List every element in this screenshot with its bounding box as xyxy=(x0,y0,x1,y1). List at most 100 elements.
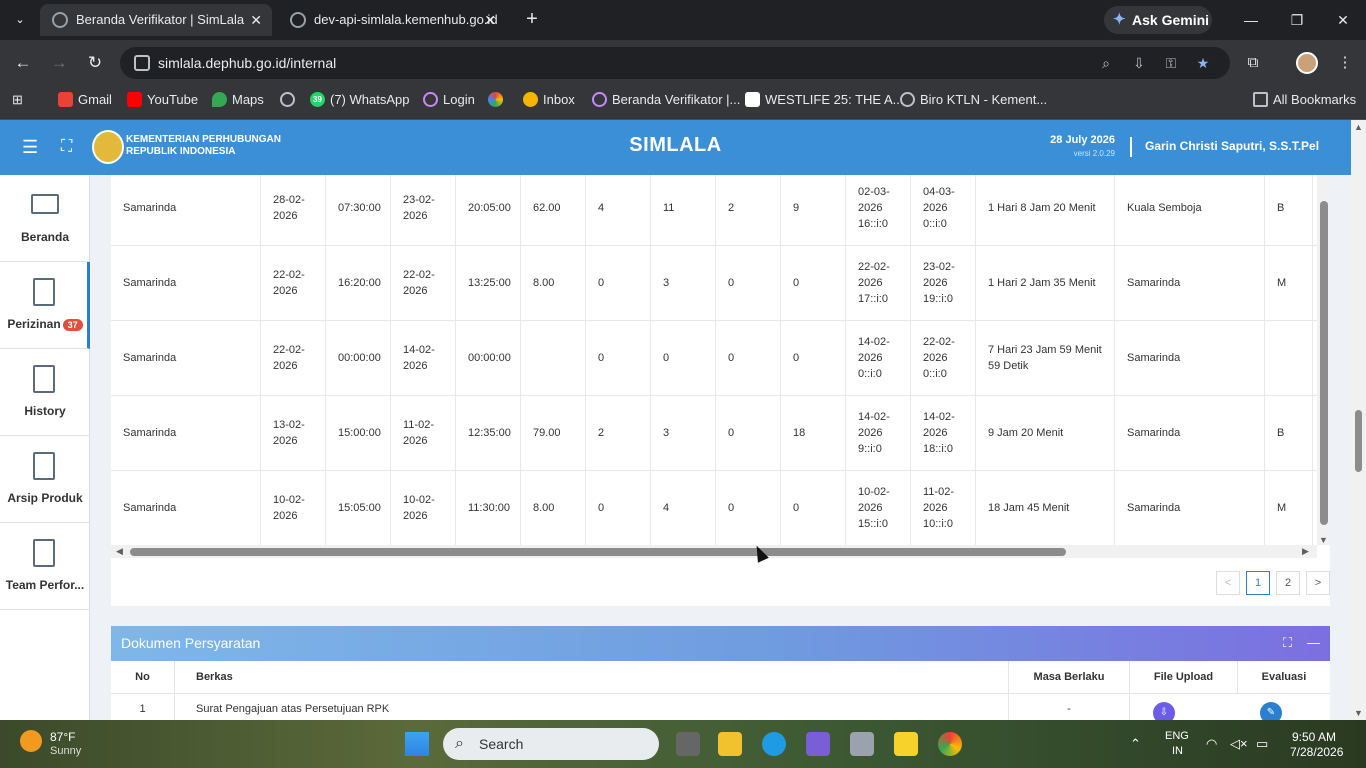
reload-button[interactable]: ↻ xyxy=(84,52,106,74)
volume-muted-icon[interactable]: ◁× xyxy=(1230,736,1248,752)
bookmark-star-icon[interactable]: ★ xyxy=(1192,52,1214,74)
bookmark-login[interactable]: Login xyxy=(423,86,475,114)
edge-browser-icon[interactable] xyxy=(762,732,786,756)
bookmark-maps[interactable]: Maps xyxy=(212,86,264,114)
sidebar-item-perizinan[interactable]: Perizinan 37 xyxy=(0,262,90,349)
profile-avatar[interactable] xyxy=(1296,52,1318,74)
tab-title: Beranda Verifikator | SimLala xyxy=(76,12,245,27)
bookmark-whatsapp[interactable]: 39 (7) WhatsApp xyxy=(310,86,409,114)
table-row: Samarinda 22-02- 2026 16:20:00 22-02- 2026 1… xyxy=(111,246,1317,321)
close-tab-icon[interactable]: ✕ xyxy=(484,4,496,36)
card-title: Dokumen Persyaratan xyxy=(121,635,261,651)
scroll-down-arrow[interactable]: ▼ xyxy=(1319,535,1328,545)
cell-status: M xyxy=(1265,246,1313,320)
task-view-icon[interactable] xyxy=(676,732,700,756)
scrollbar-thumb[interactable] xyxy=(130,548,1066,556)
bookmark-label: YouTube xyxy=(147,92,199,107)
sidebar-item-history[interactable]: History xyxy=(0,349,90,436)
berkas-name: Surat Pengajuan atas Persetujuan RPK xyxy=(175,694,1009,720)
wifi-icon[interactable]: ◠ xyxy=(1206,736,1217,752)
battery-icon[interactable]: ▭ xyxy=(1256,736,1268,752)
apps-grid-icon[interactable]: ⊞ xyxy=(12,86,30,114)
cell-waktu-mulai: 02-03- 2026 16::i:0 xyxy=(846,175,911,245)
forward-button[interactable]: → xyxy=(48,52,70,74)
bookmark-westlife[interactable]: WESTLIFE 25: THE A... xyxy=(745,86,903,114)
minimize-window-button[interactable]: — xyxy=(1236,8,1266,32)
language-primary[interactable]: ENG xyxy=(1165,730,1189,742)
site-info-icon[interactable] xyxy=(134,55,150,71)
clock-date[interactable]: 7/28/2026 xyxy=(1290,745,1343,759)
chrome-menu-icon[interactable]: ⋮ xyxy=(1334,52,1356,74)
scroll-down-arrow[interactable]: ▼ xyxy=(1354,708,1363,718)
tab-dev-api[interactable]: dev-api-simlala.kemenhub.go.id ✕ xyxy=(278,4,506,36)
new-tab-button[interactable]: + xyxy=(520,8,544,32)
app-icon[interactable] xyxy=(806,732,830,756)
chrome-icon[interactable] xyxy=(938,732,962,756)
app-header: ☰ ⛶ KEMENTERIAN PERHUBUNGAN REPUBLIK IND… xyxy=(0,120,1351,175)
bookmark-youtube[interactable]: YouTube xyxy=(127,86,198,114)
column-header-masa-berlaku: Masa Berlaku xyxy=(1009,661,1130,694)
file-explorer-icon[interactable] xyxy=(718,732,742,756)
cell-waktu-mulai: 14-02- 2026 9::i:0 xyxy=(846,396,911,470)
cell-nilai: 79.00 xyxy=(521,396,586,470)
close-tab-icon[interactable]: ✕ xyxy=(250,4,262,36)
card-header: Dokumen Persyaratan ⛶ — xyxy=(111,626,1330,661)
install-app-icon[interactable]: ⇩ xyxy=(1128,52,1150,74)
tab-beranda-verifikator[interactable]: Beranda Verifikator | SimLala ✕ xyxy=(40,4,272,36)
download-file-button[interactable]: ⇩ xyxy=(1153,702,1175,720)
camera-app-icon[interactable] xyxy=(850,732,874,756)
close-window-button[interactable]: ✕ xyxy=(1328,8,1358,32)
bookmark-gmail[interactable]: Gmail xyxy=(58,86,112,114)
whatsapp-icon: 39 xyxy=(310,92,325,107)
language-secondary[interactable]: IN xyxy=(1172,745,1183,757)
table-horizontal-scrollbar[interactable]: ◀ ▶ xyxy=(111,545,1317,558)
scroll-up-arrow[interactable]: ▲ xyxy=(1354,122,1363,132)
scroll-left-arrow[interactable]: ◀ xyxy=(116,546,123,557)
scrollbar-thumb[interactable] xyxy=(1355,410,1362,472)
maximize-window-button[interactable]: ❐ xyxy=(1282,8,1312,32)
pagination-prev[interactable]: < xyxy=(1216,571,1240,595)
cell-jam-tambat: 13:25:00 xyxy=(456,246,521,320)
sticky-notes-icon[interactable] xyxy=(894,732,918,756)
tab-search-chevron-icon[interactable]: ⌄ xyxy=(8,8,32,32)
clock-time[interactable]: 9:50 AM xyxy=(1292,730,1336,744)
sidebar-item-arsip-produk[interactable]: Arsip Produk xyxy=(0,436,90,523)
ask-gemini-button[interactable]: ✦ Ask Gemini xyxy=(1104,6,1212,34)
cell-tgl-tambat: 22-02- 2026 xyxy=(391,246,456,320)
bookmark-biro-ktln[interactable]: Biro KTLN - Kement... xyxy=(900,86,1047,114)
collapse-icon[interactable]: — xyxy=(1307,635,1320,650)
cell-jam-tiba: 07:30:00 xyxy=(326,175,391,245)
maps-pin-icon xyxy=(212,92,227,107)
weather-sun-icon[interactable] xyxy=(20,730,42,752)
taskbar-search[interactable]: ⌕ Search xyxy=(443,728,659,760)
tray-chevron-icon[interactable]: ⌃ xyxy=(1130,736,1141,752)
cell-waktu-selesai: 22-02- 2026 0::i:0 xyxy=(911,321,976,395)
bookmark-beranda-verifikator[interactable]: Beranda Verifikator |... xyxy=(592,86,740,114)
scrollbar-thumb[interactable] xyxy=(1320,201,1328,525)
address-bar[interactable]: simlala.dephub.go.id/internal ⌕ ⇩ ⚿ ★ xyxy=(120,47,1230,79)
bookmark-globe[interactable] xyxy=(280,86,296,114)
table-vertical-scrollbar[interactable]: ▼ xyxy=(1317,175,1330,545)
pagination-next[interactable]: > xyxy=(1306,571,1330,595)
sidebar-item-label: Arsip Produk xyxy=(7,491,83,505)
page-vertical-scrollbar[interactable]: ▲ ▼ xyxy=(1351,120,1366,720)
pagination-page-1[interactable]: 1 xyxy=(1246,571,1270,595)
search-placeholder: Search xyxy=(479,736,524,752)
extensions-puzzle-icon[interactable]: ⧉ xyxy=(1242,52,1264,74)
user-name[interactable]: Garin Christi Saputri, S.S.T.Pel xyxy=(1145,139,1319,153)
pagination-page-2[interactable]: 2 xyxy=(1276,571,1300,595)
edit-evaluasi-button[interactable]: ✎ xyxy=(1260,702,1282,720)
back-button[interactable]: ← xyxy=(12,52,34,74)
all-bookmarks[interactable]: All Bookmarks xyxy=(1253,86,1356,114)
bookmark-photos[interactable] xyxy=(488,86,508,114)
scroll-right-arrow[interactable]: ▶ xyxy=(1302,546,1309,557)
sidebar-item-label: Team Perfor... xyxy=(5,578,85,592)
zoom-icon[interactable]: ⌕ xyxy=(1095,52,1117,74)
bookmark-inbox[interactable]: Inbox xyxy=(523,86,575,114)
windows-start-icon[interactable] xyxy=(405,732,429,756)
sidebar-item-beranda[interactable]: Beranda xyxy=(0,175,90,262)
sidebar-item-team-performance[interactable]: Team Perfor... xyxy=(0,523,90,610)
expand-icon[interactable]: ⛶ xyxy=(1283,635,1292,651)
password-key-icon[interactable]: ⚿ xyxy=(1160,52,1182,74)
cell-durasi: 9 Jam 20 Menit xyxy=(976,396,1115,470)
